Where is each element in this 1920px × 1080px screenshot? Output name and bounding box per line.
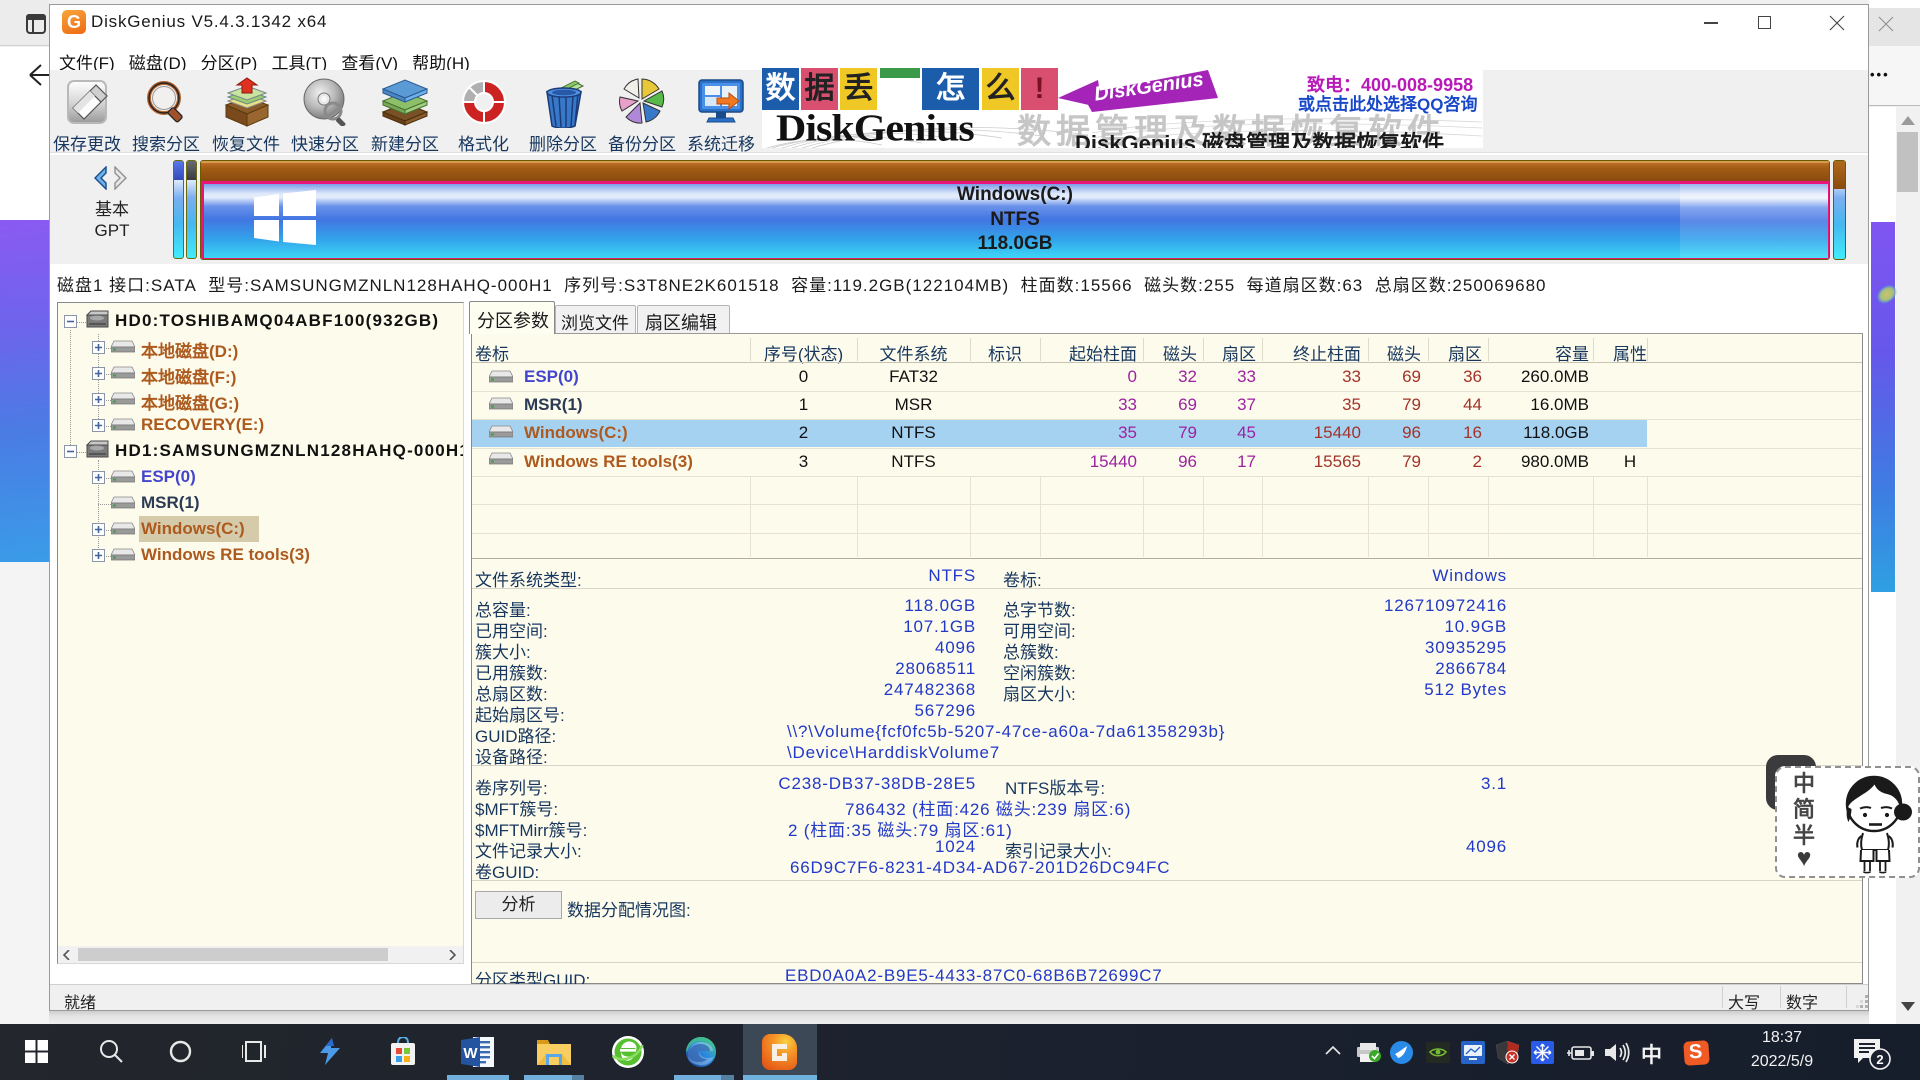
svg-text:W: W <box>463 1045 478 1062</box>
svg-text:2: 2 <box>1876 1052 1883 1067</box>
